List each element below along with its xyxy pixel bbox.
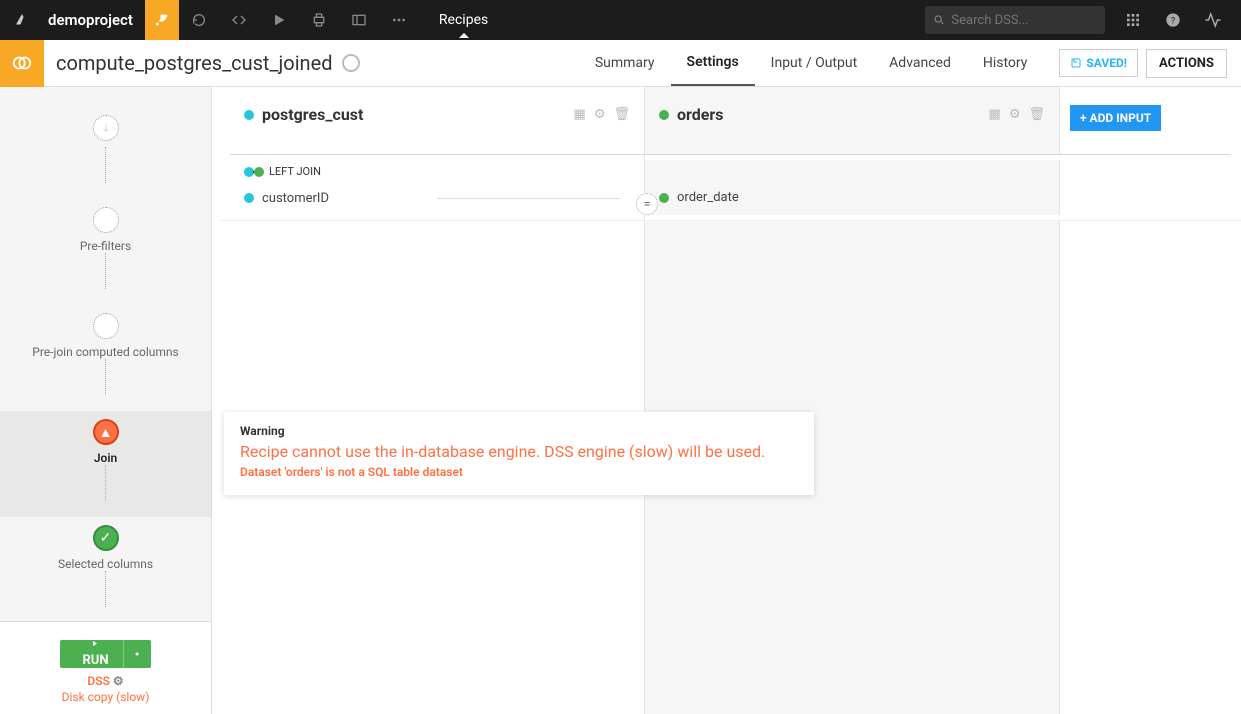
dataset-right[interactable]: orders (659, 105, 723, 124)
breadcrumb-recipes[interactable]: Recipes (439, 12, 488, 28)
svg-text:?: ? (1171, 15, 1176, 26)
recipe-title-text: compute_postgres_cust_joined (56, 51, 332, 75)
steps-sidebar: Pre-filters Pre-join computed columns ▲ … (0, 87, 212, 714)
warning-detail: Dataset 'orders' is not a SQL table data… (240, 465, 798, 479)
dot-icon (659, 193, 669, 203)
dot-icon (244, 193, 254, 203)
layout-icon[interactable] (339, 0, 379, 40)
table-icon[interactable]: ▦ (989, 107, 1001, 122)
tab-summary[interactable]: Summary (579, 40, 671, 86)
print-icon[interactable] (299, 0, 339, 40)
more-icon[interactable] (379, 0, 419, 40)
join-right-col: order_date (645, 160, 1060, 215)
step-prejoin[interactable]: Pre-join computed columns (0, 305, 211, 411)
top-nav: demoproject Recipes ? (0, 0, 1241, 40)
tab-history[interactable]: History (967, 40, 1044, 86)
join-type[interactable]: LEFT JOIN (244, 165, 630, 178)
warning-box: Warning Recipe cannot use the in-databas… (224, 412, 814, 495)
search-input[interactable] (951, 13, 1097, 28)
play-icon[interactable] (259, 0, 299, 40)
flow-button[interactable] (145, 0, 179, 40)
step-label: Pre-join computed columns (0, 345, 211, 359)
step-label: Selected columns (0, 557, 211, 571)
run-options[interactable] (123, 640, 151, 668)
warning-title: Warning (240, 424, 798, 438)
table-icon[interactable]: ▦ (574, 107, 586, 122)
dataset-left[interactable]: postgres_cust (244, 105, 363, 124)
project-name[interactable]: demoproject (44, 11, 145, 29)
code-icon[interactable] (219, 0, 259, 40)
engine-label[interactable]: DSS ⚙ (10, 674, 201, 688)
engine-sub: Disk copy (slow) (10, 690, 201, 704)
gear-icon[interactable]: ⚙ (594, 107, 606, 122)
join-canvas: postgres_cust ▦ ⚙ 🗑 orders ▦ (220, 87, 1241, 714)
refresh-icon[interactable] (179, 0, 219, 40)
saved-label: SAVED! (1086, 56, 1127, 70)
dataset-right-name: orders (677, 105, 723, 124)
trash-icon[interactable]: 🗑 (1028, 107, 1045, 122)
activity-icon[interactable] (1195, 0, 1231, 40)
bird-icon[interactable] (0, 11, 44, 29)
run-label: RUN (82, 653, 108, 668)
join-left-column[interactable]: customerID (262, 191, 329, 206)
run-button[interactable]: RUN (60, 640, 150, 668)
run-panel: RUN DSS ⚙ Disk copy (slow) (0, 621, 211, 714)
search-box[interactable] (925, 6, 1105, 34)
recipe-header: compute_postgres_cust_joined Summary Set… (0, 40, 1241, 87)
help-icon[interactable]: ? (1155, 0, 1191, 40)
step-label: Pre-filters (0, 239, 211, 253)
step-join[interactable]: ▲ Join (0, 411, 211, 517)
warning-message: Recipe cannot use the in-database engine… (240, 442, 798, 461)
tab-advanced[interactable]: Advanced (873, 40, 967, 86)
gear-icon[interactable]: ⚙ (1009, 107, 1021, 122)
add-input-button[interactable]: + ADD INPUT (1070, 105, 1161, 131)
recipe-join-icon (0, 40, 44, 87)
actions-button[interactable]: ACTIONS (1146, 49, 1227, 78)
tab-io[interactable]: Input / Output (755, 40, 874, 86)
trash-icon[interactable]: 🗑 (613, 107, 630, 122)
tab-bar: Summary Settings Input / Output Advanced… (579, 40, 1241, 86)
dot-icon (244, 110, 254, 120)
input-left: postgres_cust ▦ ⚙ 🗑 (230, 87, 645, 154)
recipe-title: compute_postgres_cust_joined (44, 51, 372, 75)
step-selected[interactable]: ✓ Selected columns (0, 517, 211, 623)
equals-op[interactable]: = (636, 193, 658, 215)
input-right: orders ▦ ⚙ 🗑 (645, 87, 1060, 154)
step-prefilters[interactable]: Pre-filters (0, 199, 211, 305)
step-label: Join (0, 451, 211, 465)
saved-badge: SAVED! (1059, 49, 1138, 77)
dot-icon (659, 110, 669, 120)
join-left-col: LEFT JOIN customerID (230, 155, 645, 220)
join-right-column[interactable]: order_date (677, 190, 739, 205)
apps-icon[interactable] (1115, 0, 1151, 40)
dataset-left-name: postgres_cust (262, 105, 363, 124)
join-type-label: LEFT JOIN (269, 165, 321, 178)
tab-settings[interactable]: Settings (671, 40, 755, 86)
info-icon[interactable] (342, 54, 360, 72)
step-start[interactable] (0, 107, 211, 199)
